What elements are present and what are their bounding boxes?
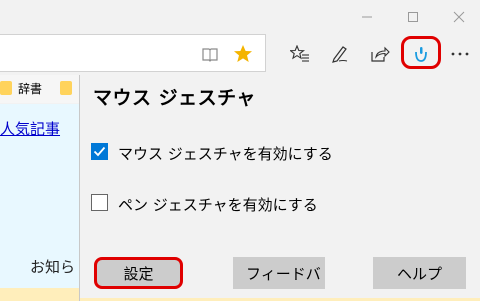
feedback-button[interactable]: フィードバ: [233, 257, 325, 289]
help-button-label: ヘルプ: [396, 264, 442, 283]
add-favorite-button[interactable]: [227, 38, 259, 70]
panel-title: マウス ジェスチャ: [93, 87, 256, 109]
more-button[interactable]: [444, 38, 476, 70]
reading-view-button[interactable]: [194, 38, 226, 70]
checkmark-icon: [93, 146, 106, 157]
favorite-star-icon: [234, 45, 252, 62]
mouse-gesture-checkbox[interactable]: [91, 143, 108, 160]
maximize-icon: [408, 12, 418, 22]
pen-gesture-checkbox[interactable]: [91, 194, 108, 211]
close-button[interactable]: [438, 0, 480, 34]
help-button[interactable]: ヘルプ: [373, 257, 466, 289]
page-info-text: お知ら: [30, 258, 76, 276]
favorites-hub-icon: [290, 45, 309, 62]
favorites-item-label[interactable]: 辞書: [18, 80, 42, 97]
mouse-gesture-label[interactable]: マウス ジェスチャを有効にする: [118, 143, 333, 164]
more-icon: [451, 52, 469, 56]
pen-gesture-label[interactable]: ペン ジェスチャを有効にする: [118, 194, 318, 215]
folder-icon: [60, 81, 72, 95]
settings-button-label: 設定: [123, 264, 154, 283]
page-footer-strip: [0, 288, 80, 301]
maximize-button[interactable]: [392, 0, 434, 34]
share-icon: [371, 46, 390, 62]
share-button[interactable]: [364, 38, 396, 70]
extension-highlight-ring: [401, 36, 441, 69]
pen-icon: [332, 46, 348, 63]
minimize-icon: [362, 16, 372, 18]
reading-view-icon: [202, 48, 218, 62]
page-link[interactable]: 人気記事: [0, 118, 60, 139]
folder-icon: [0, 81, 12, 95]
pen-button[interactable]: [324, 38, 356, 70]
feedback-button-label: フィードバ: [246, 264, 321, 283]
favorites-hub-button[interactable]: [284, 38, 316, 70]
close-icon: [453, 11, 465, 23]
minimize-button[interactable]: [346, 0, 388, 34]
settings-button[interactable]: 設定: [94, 257, 183, 289]
